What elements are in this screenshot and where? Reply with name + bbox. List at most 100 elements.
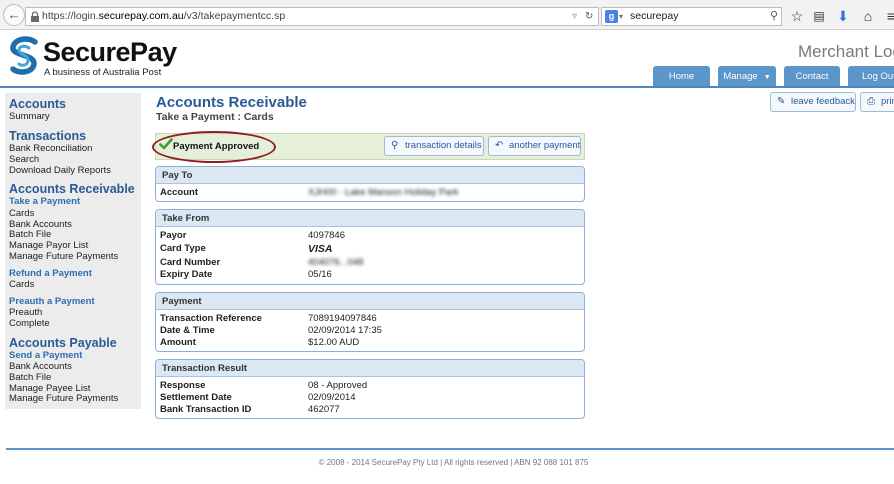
row-label: Amount	[160, 337, 196, 348]
transaction-details-button[interactable]: ⚲ transaction details	[384, 136, 484, 156]
browser-search-box[interactable]: g ▾ securepay ⚲	[601, 7, 782, 26]
engine-dropdown-icon[interactable]: ▾	[619, 8, 623, 25]
row-label: Account	[160, 187, 198, 198]
detail-row: Card Type VISA	[156, 243, 584, 255]
tab-contact[interactable]: Contact	[784, 66, 840, 87]
row-value: $12.00 AUD	[308, 337, 360, 348]
search-input[interactable]: securepay	[630, 8, 678, 25]
sidebar-item-cards[interactable]: Cards	[9, 208, 34, 219]
browser-toolbar: ← https://login.securepay.com.au/v3/take…	[0, 0, 894, 30]
address-bar[interactable]: https://login.securepay.com.au/v3/takepa…	[25, 7, 599, 26]
sidebar-item-refund-a-payment[interactable]: Refund a Payment	[9, 268, 92, 279]
tab-logout[interactable]: Log Out	[848, 66, 894, 87]
print-label: prin	[881, 96, 894, 107]
status-text: Payment Approved	[173, 141, 260, 152]
transaction-result-panel: Transaction Result Response 08 - Approve…	[155, 359, 585, 419]
row-value: 7089194097846	[308, 313, 377, 324]
row-value: 08 - Approved	[308, 380, 368, 391]
url-text: https://login.securepay.com.au/v3/takepa…	[42, 10, 286, 22]
row-label: Settlement Date	[160, 392, 232, 403]
detail-row: Expiry Date 05/16	[156, 269, 584, 281]
row-label: Transaction Reference	[160, 313, 262, 324]
sidebar-item-take-a-payment[interactable]: Take a Payment	[9, 196, 80, 207]
leave-feedback-button[interactable]: ✎ leave feedback	[770, 92, 856, 112]
sidebar-item-search[interactable]: Search	[9, 154, 39, 165]
search-icon[interactable]: ⚲	[770, 8, 778, 25]
securepay-logo[interactable]: SecurePay A business of Australia Post	[7, 36, 177, 80]
detail-row: Amount $12.00 AUD	[156, 337, 584, 349]
tab-home[interactable]: Home	[653, 66, 710, 87]
securepay-logo-mark	[10, 36, 38, 75]
print-icon: ⎙	[867, 96, 875, 107]
row-label: Expiry Date	[160, 269, 213, 280]
header-divider	[0, 86, 894, 88]
checkmark-icon	[159, 138, 173, 150]
back-arrow-icon[interactable]: ←	[3, 4, 25, 26]
leave-feedback-label: leave feedback	[791, 96, 855, 107]
feedback-icon: ✎	[777, 96, 786, 107]
sidebar-item-payable-manage-future-payments[interactable]: Manage Future Payments	[9, 393, 118, 404]
visa-card-logo: VISA	[308, 243, 333, 255]
reload-icon[interactable]: ↻	[585, 8, 593, 25]
brand-name: SecurePay	[43, 37, 177, 67]
sidebar-item-send-a-payment[interactable]: Send a Payment	[9, 350, 82, 361]
download-icon[interactable]: ⬇	[835, 8, 851, 24]
pay-to-panel: Pay To Account XJH00 - Lake Manson Holid…	[155, 166, 585, 202]
payment-panel: Payment Transaction Reference 7089194097…	[155, 292, 585, 352]
print-button[interactable]: ⎙ prin	[860, 92, 894, 112]
another-payment-button[interactable]: ↶ another payment	[488, 136, 581, 156]
sidebar: Accounts Summary Transactions Bank Recon…	[5, 93, 141, 409]
row-label: Response	[160, 380, 206, 391]
sidebar-item-manage-future-payments[interactable]: Manage Future Payments	[9, 251, 118, 262]
sidebar-item-complete[interactable]: Complete	[9, 318, 50, 329]
panel-title: Transaction Result	[156, 360, 584, 377]
sidebar-item-refund-cards[interactable]: Cards	[9, 279, 34, 290]
row-label: Card Number	[160, 257, 221, 268]
highlight-oval: Payment Approved	[152, 131, 276, 163]
sidebar-item-preauth-a-payment[interactable]: Preauth a Payment	[9, 296, 95, 307]
sidebar-item-preauth[interactable]: Preauth	[9, 307, 42, 318]
home-icon[interactable]: ⌂	[860, 8, 876, 24]
row-value: 02/09/2014	[308, 392, 356, 403]
tab-manage-label: Manage	[723, 71, 758, 82]
sidebar-heading-transactions[interactable]: Transactions	[9, 129, 86, 143]
sidebar-item-manage-payor-list[interactable]: Manage Payor List	[9, 240, 88, 251]
reading-list-icon[interactable]: ▤	[811, 8, 827, 24]
page-subtitle: Take a Payment : Cards	[156, 111, 274, 123]
row-label: Bank Transaction ID	[160, 404, 252, 415]
sidebar-item-summary[interactable]: Summary	[9, 111, 50, 122]
sidebar-item-bank-reconciliation[interactable]: Bank Reconciliation	[9, 143, 92, 154]
detail-row: Settlement Date 02/09/2014	[156, 392, 584, 404]
chevron-down-icon: ▼	[763, 74, 771, 81]
return-arrow-icon: ↶	[495, 140, 504, 151]
detail-row: Response 08 - Approved	[156, 380, 584, 392]
lock-icon	[31, 11, 39, 22]
take-from-panel: Take From Payor 4097846 Card Type VISA C…	[155, 209, 585, 285]
sidebar-item-payable-batch-file[interactable]: Batch File	[9, 372, 51, 383]
page-header-title: Merchant Log	[798, 42, 894, 61]
row-value: 4097846	[308, 230, 345, 241]
sidebar-item-download-daily-reports[interactable]: Download Daily Reports	[9, 165, 111, 176]
sidebar-heading-accounts-payable[interactable]: Accounts Payable	[9, 336, 117, 350]
status-banner: Payment Approved ⚲ transaction details ↶ a…	[152, 131, 585, 163]
dropdown-arrow-icon[interactable]: ▿	[572, 8, 577, 25]
menu-icon[interactable]: ≡	[883, 8, 894, 24]
sidebar-heading-accounts[interactable]: Accounts	[9, 97, 66, 111]
transaction-details-label: transaction details	[405, 140, 482, 151]
another-payment-label: another payment	[509, 140, 581, 151]
row-value: XJH00 - Lake Manson Holiday Park	[308, 187, 459, 198]
detail-row: Transaction Reference 7089194097846	[156, 313, 584, 325]
detail-row: Card Number 404076...048	[156, 257, 584, 269]
detail-row: Bank Transaction ID 462077	[156, 404, 584, 416]
tab-manage[interactable]: Manage ▼	[718, 66, 776, 87]
bookmark-star-icon[interactable]: ☆	[789, 8, 805, 24]
footer-copyright: © 2008 - 2014 SecurePay Pty Ltd | All ri…	[318, 458, 589, 467]
sidebar-heading-accounts-receivable[interactable]: Accounts Receivable	[9, 182, 135, 196]
row-label: Card Type	[160, 243, 206, 254]
sidebar-item-payable-bank-accounts[interactable]: Bank Accounts	[9, 361, 72, 372]
panel-title: Pay To	[156, 167, 584, 184]
sidebar-item-batch-file[interactable]: Batch File	[9, 229, 51, 240]
page-title: Accounts Receivable	[156, 94, 307, 111]
detail-row: Payor 4097846	[156, 230, 584, 242]
row-value: 02/09/2014 17:35	[308, 325, 382, 336]
